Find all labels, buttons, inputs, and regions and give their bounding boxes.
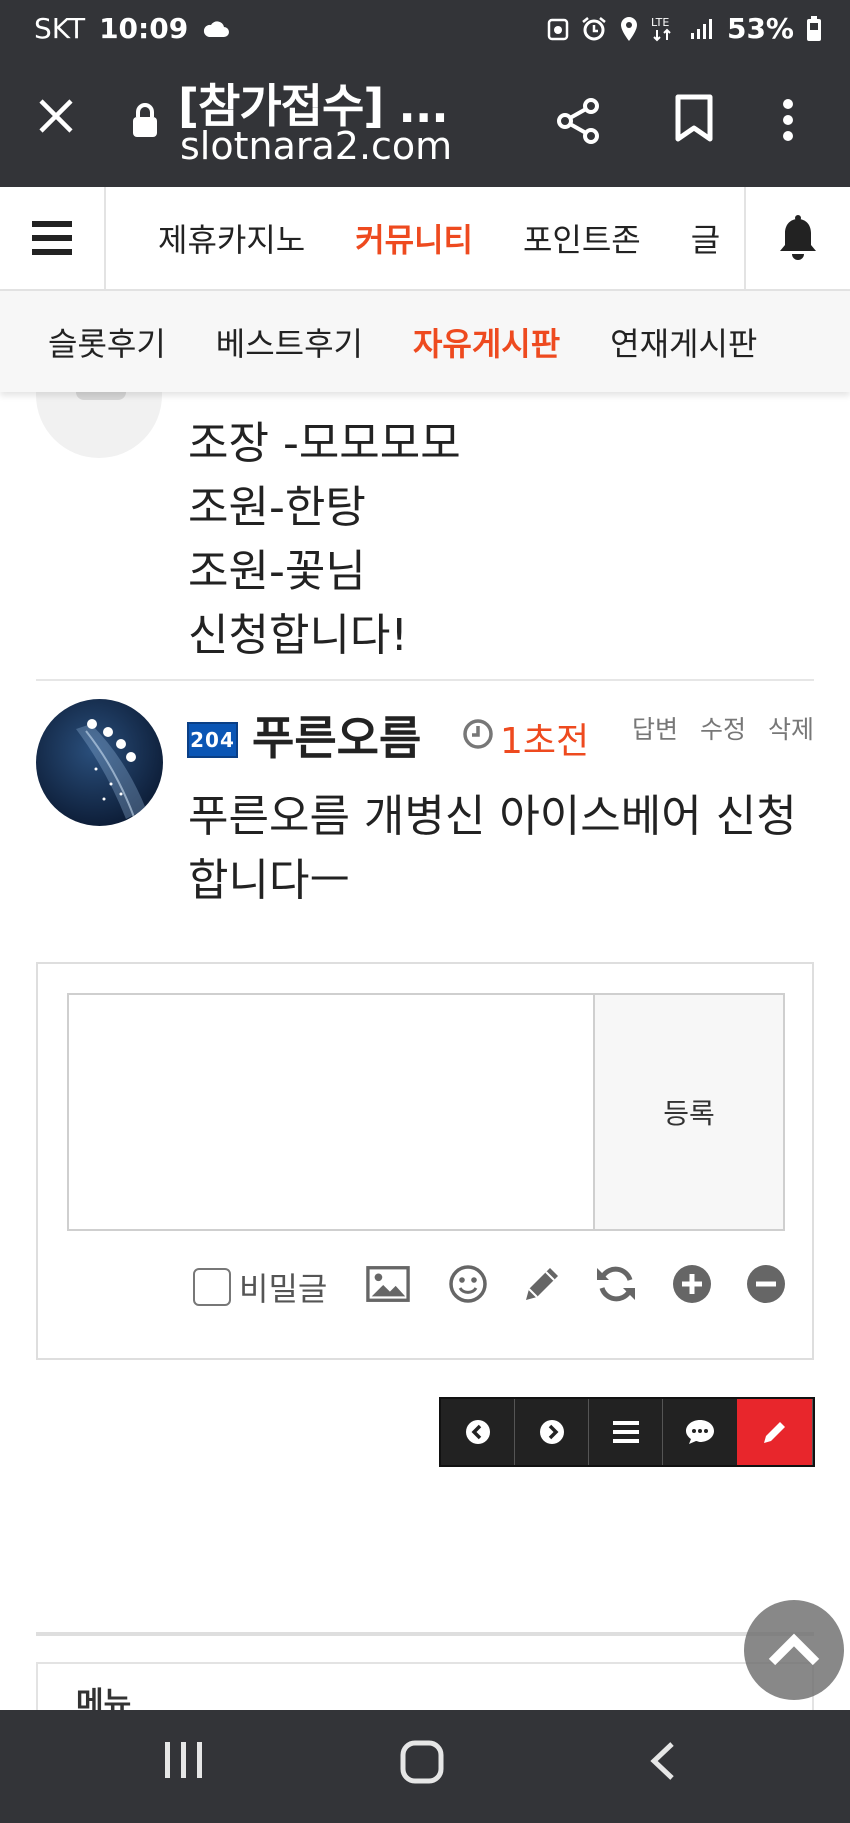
clock-icon <box>462 718 494 759</box>
emoticon-icon[interactable] <box>446 1262 490 1306</box>
previous-comment-text: 조장 -모모모모 조원-한탕 조원-꽃님 신청합니다! <box>188 412 461 668</box>
subnav-item-best-review[interactable]: 베스트후기 <box>216 319 363 365</box>
bookmark-icon[interactable] <box>674 94 714 146</box>
author-name[interactable]: 푸른오름 <box>252 702 421 768</box>
svg-text:LTE: LTE <box>651 16 669 29</box>
page-url[interactable]: slotnara2.com <box>180 124 452 168</box>
subnav-item-serial-board[interactable]: 연재게시판 <box>610 319 757 365</box>
recycle-icon <box>547 17 569 41</box>
battery-percent: 53% <box>726 12 794 45</box>
nav-items: 제휴카지노 커뮤니티 포인트존 글 <box>108 187 744 289</box>
close-icon[interactable] <box>36 96 76 136</box>
status-bar: SKT 10:09 LTE 53% <box>0 0 850 62</box>
clock: 10:09 <box>99 12 189 45</box>
scroll-top-button[interactable] <box>744 1600 844 1700</box>
sub-nav: 슬롯후기 베스트후기 자유게시판 연재게시판 <box>0 291 850 392</box>
comment-tools: 비밀글 <box>38 1262 816 1318</box>
divider <box>36 1632 814 1636</box>
menu-label: 메뉴 <box>76 1686 132 1710</box>
bell-icon[interactable] <box>744 187 850 289</box>
lock-icon <box>132 102 158 138</box>
battery-icon <box>806 15 822 42</box>
lte-icon: LTE <box>651 15 677 43</box>
pencil-icon <box>763 1422 785 1443</box>
reply-link[interactable]: 답변 <box>632 710 678 746</box>
recent-apps-icon[interactable] <box>163 1740 205 1784</box>
nav-item-point-zone[interactable]: 포인트존 <box>523 215 641 261</box>
plus-icon[interactable] <box>670 1262 714 1306</box>
pencil-icon[interactable] <box>520 1262 564 1306</box>
alarm-icon <box>581 16 607 42</box>
carrier-label: SKT <box>34 12 86 45</box>
location-icon <box>619 16 639 42</box>
prev-post-button[interactable] <box>441 1399 515 1465</box>
submit-button[interactable]: 등록 <box>595 993 785 1231</box>
nav-item-partner-casino[interactable]: 제휴카지노 <box>158 215 305 261</box>
comment-line: 신청합니다! <box>188 610 409 661</box>
footer-menu: 메뉴 <box>36 1662 814 1710</box>
checkbox-icon[interactable] <box>193 1268 231 1306</box>
delete-link[interactable]: 삭제 <box>768 710 814 746</box>
back-icon[interactable] <box>648 1740 676 1786</box>
subnav-item-slot-review[interactable]: 슬롯후기 <box>48 319 166 365</box>
minus-icon[interactable] <box>744 1262 788 1306</box>
list-button[interactable] <box>589 1399 663 1465</box>
avatar <box>36 392 162 458</box>
list-icon <box>612 1421 639 1443</box>
comment-icon <box>686 1420 714 1444</box>
home-icon[interactable] <box>400 1740 444 1788</box>
edit-link[interactable]: 수정 <box>700 710 746 746</box>
comment-text: 푸른오름 개병신 아이스베어 신청합니다ㅡ <box>188 791 797 906</box>
comment-line: 조원-한탕 <box>188 482 366 533</box>
subnav-item-free-board[interactable]: 자유게시판 <box>413 319 560 365</box>
chevron-right-icon <box>539 1420 564 1444</box>
hamburger-menu-icon[interactable] <box>0 187 106 289</box>
comment-time: 1초전 <box>462 712 589 764</box>
level-badge: 204 <box>187 722 238 758</box>
comment-input[interactable] <box>67 993 595 1231</box>
secret-label: 비밀글 <box>239 1270 328 1308</box>
chevron-up-icon <box>768 1633 820 1666</box>
image-icon[interactable] <box>366 1262 410 1306</box>
avatar <box>36 699 163 826</box>
browser-toolbar: [참가접수] ... slotnara2.com <box>0 62 850 187</box>
share-icon[interactable] <box>555 97 603 149</box>
nav-item-community[interactable]: 커뮤니티 <box>355 215 473 261</box>
post-toolbar <box>439 1397 815 1467</box>
chevron-left-icon <box>465 1420 490 1444</box>
divider <box>36 679 814 681</box>
comment-section: 조장 -모모모모 조원-한탕 조원-꽃님 신청합니다! 204 푸른오름 1초전… <box>0 392 850 1710</box>
signal-icon <box>689 17 715 41</box>
cloud-icon <box>202 19 230 39</box>
comment-form: 등록 비밀글 <box>36 962 814 1360</box>
nav-item-more[interactable]: 글 <box>691 215 720 261</box>
next-post-button[interactable] <box>515 1399 589 1465</box>
comment-line: 조장 -모모모모 <box>188 418 461 469</box>
comment-actions: 답변 수정 삭제 <box>632 710 814 746</box>
more-menu-icon[interactable] <box>782 98 794 146</box>
time-label: 1초전 <box>500 721 590 762</box>
comment-button[interactable] <box>663 1399 737 1465</box>
system-nav-bar <box>0 1710 850 1823</box>
secret-checkbox[interactable]: 비밀글 <box>193 1264 327 1310</box>
write-button[interactable] <box>737 1399 813 1465</box>
comment-line: 조원-꽃님 <box>188 546 366 597</box>
refresh-icon[interactable] <box>594 1262 638 1306</box>
main-nav: 제휴카지노 커뮤니티 포인트존 글 <box>0 187 850 291</box>
